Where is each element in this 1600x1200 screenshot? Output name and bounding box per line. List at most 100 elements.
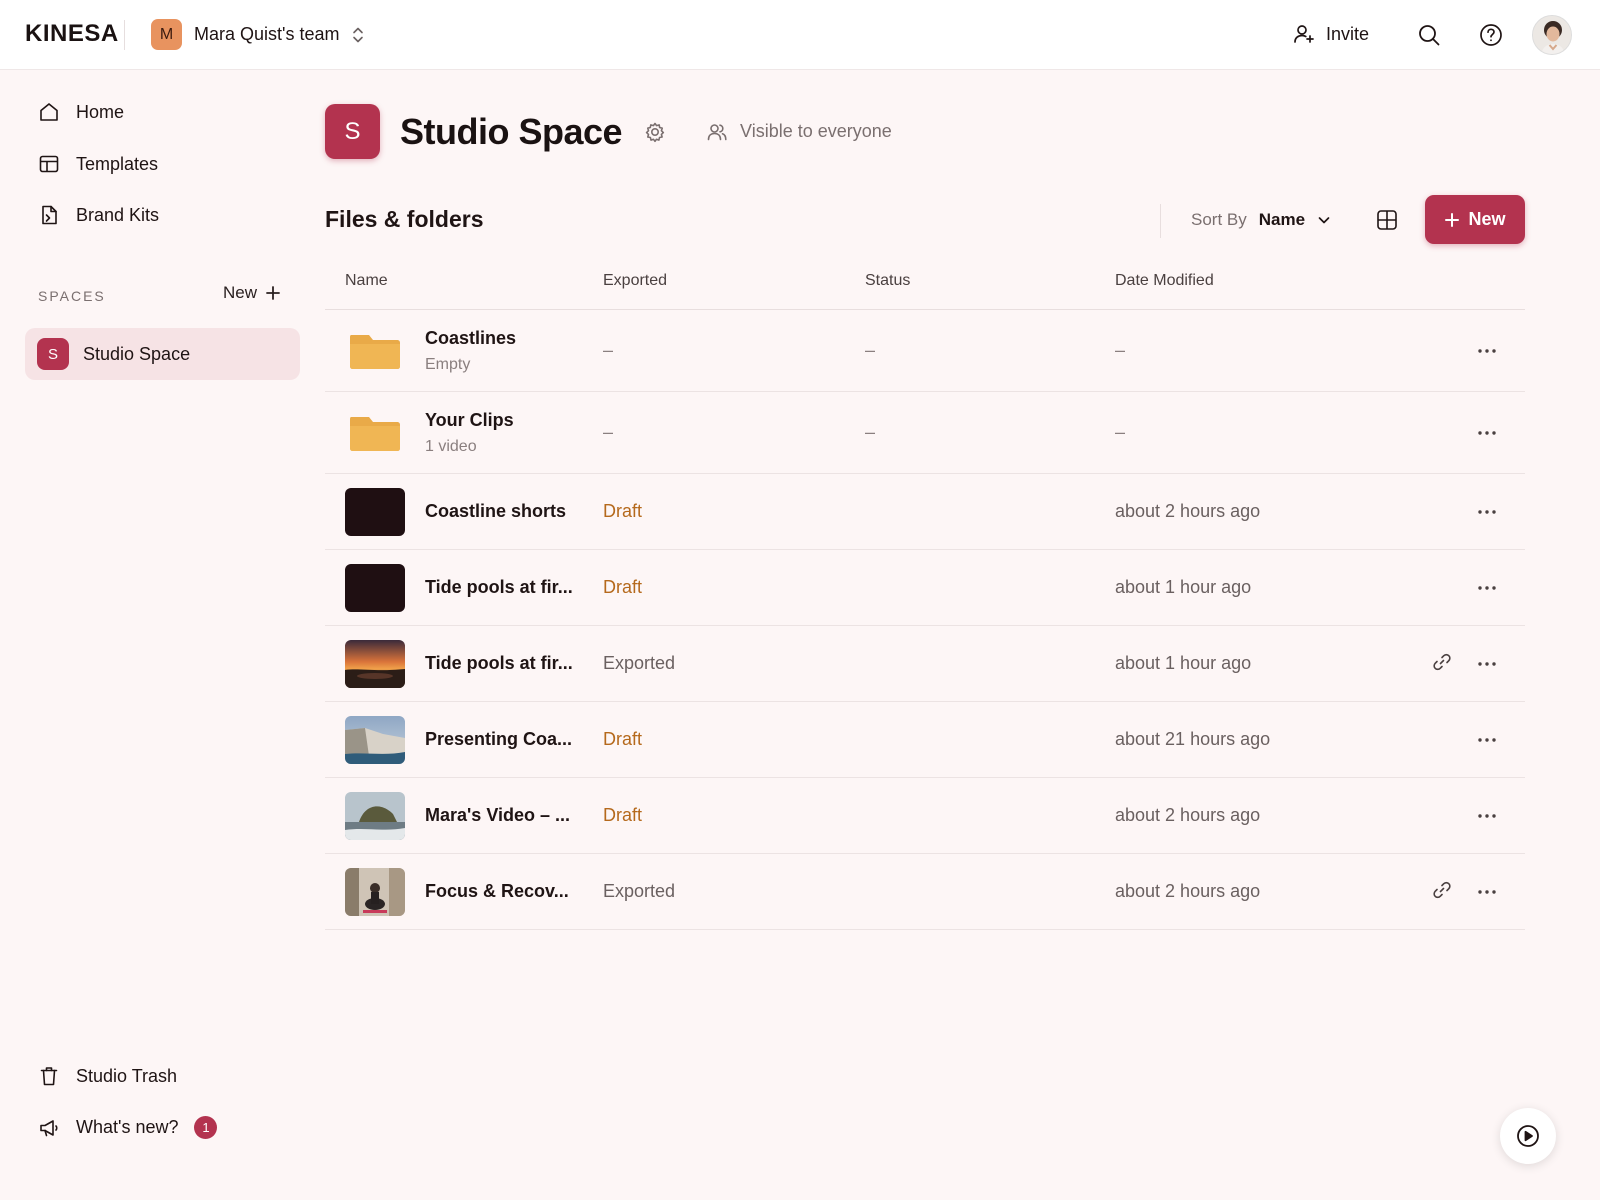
date-modified-cell: – [1115,340,1126,360]
sort-label: Sort By [1191,210,1247,229]
more-options-icon[interactable] [1475,421,1499,445]
space-header: S Studio Space Visible to everyone [325,104,892,159]
item-name: Your Clips [425,410,514,430]
table-header: Name Exported Status Date Modified [325,258,1525,310]
more-options-icon[interactable] [1475,880,1499,904]
folder-icon [350,335,400,369]
video-thumbnail [345,716,405,764]
exported-cell: Draft [603,577,643,597]
trash-icon [40,1067,58,1086]
sort-dropdown[interactable]: Sort By Name [1191,210,1331,230]
column-header-exported[interactable]: Exported [603,272,667,290]
video-thumbnail [345,868,405,916]
team-switcher[interactable]: M Mara Quist's team [151,19,365,50]
table-row[interactable]: Coastlines Empty – – – [325,310,1525,392]
help-icon[interactable] [1478,22,1504,48]
sidebar-item-label: Brand Kits [76,204,160,225]
team-name: Mara Quist's team [194,24,340,44]
invite-button[interactable]: Invite [1292,22,1369,46]
section-title: Files & folders [325,206,484,232]
sidebar-item-label: Templates [76,153,159,174]
date-modified-cell: about 21 hours ago [1115,729,1271,749]
video-thumbnail [345,640,405,688]
sidebar-item-label: Home [76,101,125,122]
item-subtitle: Empty [425,356,471,373]
date-modified-cell: about 2 hours ago [1115,501,1261,521]
folder-icon [350,417,400,451]
templates-icon [39,155,59,173]
sidebar-item-whats-new[interactable]: What's new? 1 [38,1116,218,1139]
column-header-name[interactable]: Name [345,272,388,290]
table-row[interactable]: Tide pools at fir... Exported about 1 ho… [325,626,1525,702]
more-options-icon[interactable] [1475,339,1499,363]
sidebar-item-home[interactable]: Home [38,101,124,123]
user-avatar[interactable] [1532,15,1572,55]
sidebar-item-brand-kits[interactable]: Brand Kits [38,204,159,226]
search-icon[interactable] [1416,22,1442,48]
new-button-label: New [1468,209,1506,229]
invite-label: Invite [1326,23,1370,44]
sidebar-space-studio-space[interactable]: S Studio Space [25,328,300,380]
more-options-icon[interactable] [1475,652,1499,676]
date-modified-cell: – [1115,422,1126,442]
brand-logo[interactable]: KINESA [25,20,119,48]
play-tutorial-button[interactable] [1500,1108,1556,1164]
item-name: Tide pools at fir... [425,577,573,597]
link-icon[interactable] [1432,880,1452,900]
item-name: Tide pools at fir... [425,653,573,673]
grid-view-icon[interactable] [1375,208,1399,232]
column-header-status[interactable]: Status [865,272,910,290]
plus-icon [1445,212,1460,227]
add-user-icon [1294,25,1314,43]
column-header-date-modified[interactable]: Date Modified [1115,272,1214,290]
sidebar-item-label: What's new? [76,1117,179,1137]
users-icon [707,123,727,140]
status-cell: – [865,422,876,442]
date-modified-cell: about 2 hours ago [1115,805,1261,825]
exported-cell: Draft [603,501,643,521]
table-row[interactable]: Focus & Recov... Exported about 2 hours … [325,854,1525,930]
new-space-label: New [223,283,258,302]
item-name: Presenting Coa... [425,729,573,749]
sidebar-item-label: Studio Trash [76,1065,178,1086]
item-name: Mara's Video – ... [425,805,571,825]
table-row[interactable]: Mara's Video – ... Draft about 2 hours a… [325,778,1525,854]
topbar-divider [124,20,125,50]
exported-cell: Exported [603,653,676,673]
date-modified-cell: about 2 hours ago [1115,881,1261,901]
space-badge: S [37,338,69,370]
table-row[interactable]: Tide pools at fir... Draft about 1 hour … [325,550,1525,626]
video-thumbnail [345,792,405,840]
gear-icon[interactable] [644,121,666,143]
home-icon [40,103,58,121]
new-space-button[interactable]: New [223,283,281,303]
table-row[interactable]: Presenting Coa... Draft about 21 hours a… [325,702,1525,778]
more-options-icon[interactable] [1475,500,1499,524]
play-icon [1517,1125,1539,1147]
item-name: Coastlines [425,328,517,348]
video-thumbnail [345,488,405,536]
new-button[interactable]: New [1425,195,1525,244]
more-options-icon[interactable] [1475,728,1499,752]
plus-icon [266,286,280,300]
visibility-setting[interactable]: Visible to everyone [706,121,892,143]
exported-cell: Draft [603,805,643,825]
more-options-icon[interactable] [1475,804,1499,828]
sidebar: Home Templates Brand Kits SPACES New S S… [0,70,310,1200]
link-icon[interactable] [1432,652,1452,672]
megaphone-icon [40,1119,58,1136]
notification-badge: 1 [194,1116,218,1139]
files-table: Name Exported Status Date Modified Coast… [325,258,1525,930]
sidebar-item-templates[interactable]: Templates [38,153,158,175]
exported-cell: – [603,422,614,442]
item-subtitle: 1 video [425,438,477,455]
page-title: Studio Space [400,110,623,152]
table-row[interactable]: Your Clips 1 video – – – [325,392,1525,474]
top-bar: KINESA M Mara Quist's team Invite [0,0,1600,70]
exported-cell: Exported [603,881,676,901]
sidebar-item-studio-trash[interactable]: Studio Trash [38,1065,177,1087]
more-options-icon[interactable] [1475,576,1499,600]
table-row[interactable]: Coastline shorts Draft about 2 hours ago [325,474,1525,550]
toolbar-divider [1160,204,1161,238]
status-cell: – [865,340,876,360]
